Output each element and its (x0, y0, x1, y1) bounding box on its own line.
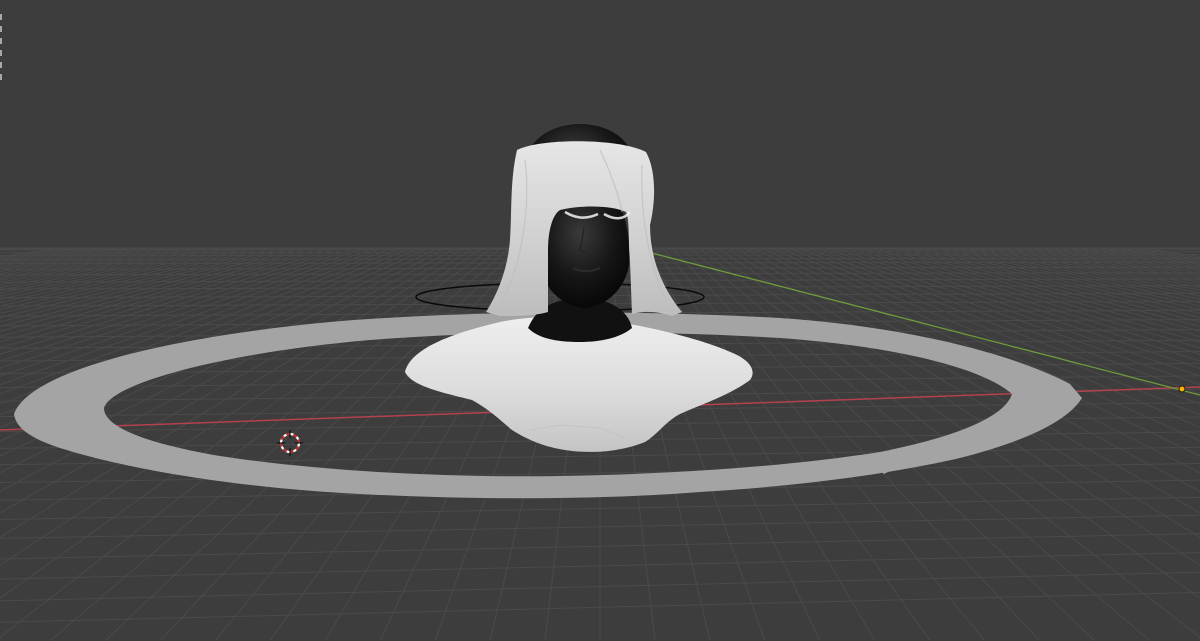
viewport-canvas[interactable] (0, 0, 1200, 641)
3d-viewport[interactable] (0, 0, 1200, 641)
light-origin-icon[interactable] (1178, 385, 1186, 393)
viewport-edge-handle[interactable] (0, 14, 4, 82)
